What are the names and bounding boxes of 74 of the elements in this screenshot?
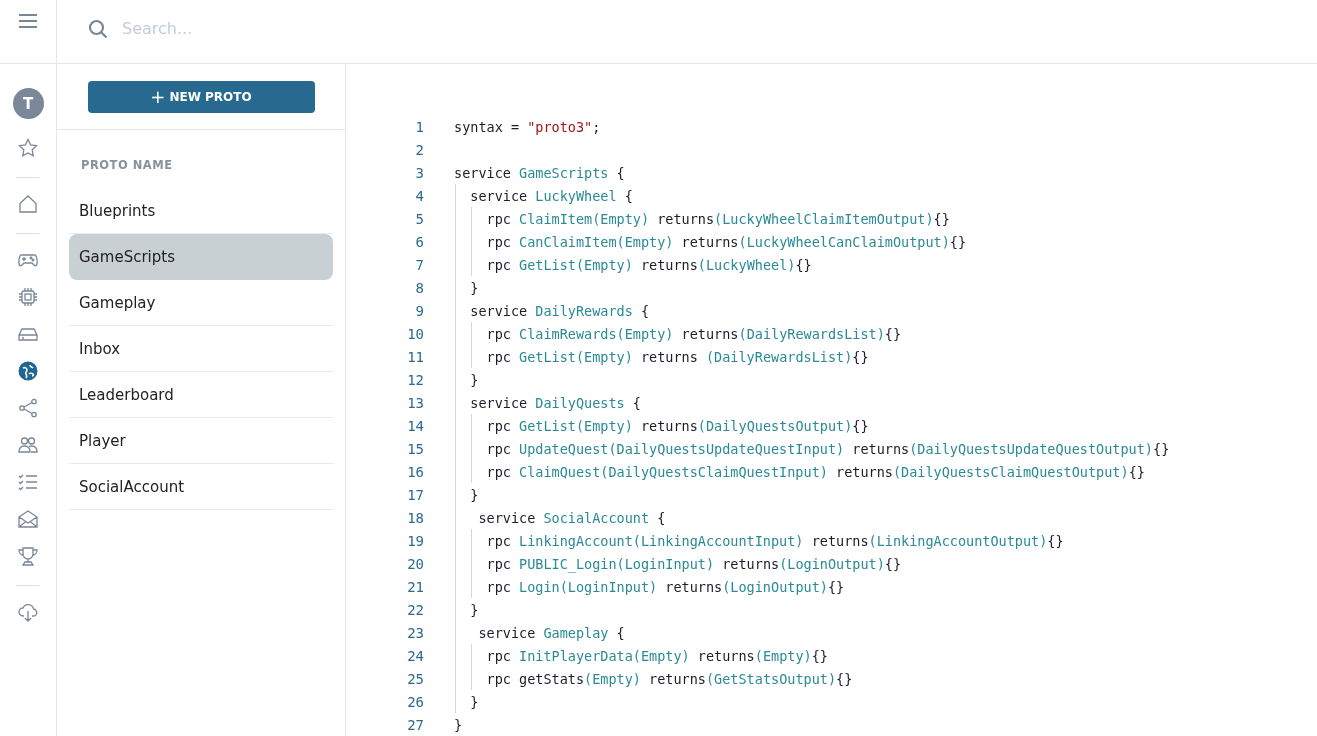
line-number: 7 bbox=[414, 256, 424, 273]
line-number: 14 bbox=[406, 417, 424, 434]
line-number: 20 bbox=[406, 555, 424, 572]
line-number: 10 bbox=[406, 325, 424, 342]
line-number: 15 bbox=[406, 440, 424, 457]
proto-list-item[interactable]: Player bbox=[69, 418, 333, 464]
checklist-icon[interactable] bbox=[18, 472, 38, 492]
line-number: 26 bbox=[406, 693, 424, 710]
code-line: rpc PUBLIC_Login(LoginInput) returns(LoginOutput){} bbox=[485, 555, 902, 572]
code-line: rpc LinkingAccount(LinkingAccountInput) returns(LinkingAccountOutput){} bbox=[485, 532, 1064, 549]
code-line: } bbox=[469, 693, 479, 710]
trophy-icon[interactable] bbox=[18, 546, 38, 566]
line-number: 2 bbox=[414, 141, 424, 158]
line-number: 11 bbox=[406, 348, 424, 365]
column-heading: PROTO NAME bbox=[80, 158, 174, 172]
mail-icon[interactable] bbox=[18, 509, 38, 529]
line-number: 21 bbox=[406, 578, 424, 595]
code-line: } bbox=[469, 279, 479, 296]
line-number: 9 bbox=[414, 302, 424, 319]
line-number: 24 bbox=[406, 647, 424, 664]
code-line: syntax = "proto3"; bbox=[454, 118, 601, 135]
code-line: rpc getStats(Empty) returns(GetStatsOutput){} bbox=[485, 670, 853, 687]
chip-icon[interactable] bbox=[18, 287, 38, 307]
code-line: } bbox=[469, 486, 479, 503]
line-number: 22 bbox=[406, 601, 424, 618]
menu-icon[interactable] bbox=[18, 14, 38, 28]
code-line: } bbox=[454, 716, 463, 733]
line-number: 16 bbox=[406, 463, 424, 480]
code-line: rpc InitPlayerData(Empty) returns(Empty){} bbox=[485, 647, 828, 664]
share-icon[interactable] bbox=[18, 398, 38, 418]
home-icon[interactable] bbox=[18, 194, 38, 214]
cloud-download-icon[interactable] bbox=[18, 602, 38, 622]
proto-list-item[interactable]: Gameplay bbox=[69, 280, 333, 326]
globe-icon[interactable] bbox=[18, 361, 38, 381]
line-number: 5 bbox=[414, 210, 424, 227]
code-line: rpc UpdateQuest(DailyQuestsUpdateQuestInput) returns(DailyQuestsUpdateQuestOutput){} bbox=[485, 440, 1170, 457]
line-number: 18 bbox=[406, 509, 424, 526]
proto-list-item[interactable]: Inbox bbox=[69, 326, 333, 372]
code-line: service DailyQuests { bbox=[469, 394, 641, 411]
code-line: rpc CanClaimItem(Empty) returns(LuckyWheelCanClaimOutput){} bbox=[485, 233, 967, 250]
line-number: 27 bbox=[406, 716, 424, 733]
proto-list-item[interactable]: Leaderboard bbox=[69, 372, 333, 418]
code-line: service SocialAccount { bbox=[477, 509, 666, 526]
proto-list-item[interactable]: SocialAccount bbox=[69, 464, 333, 510]
line-number: 6 bbox=[414, 233, 424, 250]
people-icon[interactable] bbox=[18, 435, 38, 455]
code-line: rpc ClaimItem(Empty) returns(LuckyWheelClaimItemOutput){} bbox=[485, 210, 950, 227]
line-number: 1 bbox=[414, 118, 424, 135]
code-line: service DailyRewards { bbox=[469, 302, 650, 319]
line-number: 25 bbox=[406, 670, 424, 687]
code-line: } bbox=[469, 371, 479, 388]
line-number: 13 bbox=[406, 394, 424, 411]
code-line: rpc ClaimQuest(DailyQuestsClaimQuestInput) returns(DailyQuestsClaimQuestOutput){} bbox=[485, 463, 1145, 480]
code-line: } bbox=[469, 601, 479, 618]
new-proto-button[interactable]: + NEW PROTO bbox=[87, 81, 315, 113]
code-line: rpc ClaimRewards(Empty) returns(DailyRewardsList){} bbox=[485, 325, 902, 342]
code-line: rpc GetList(Empty) returns(DailyQuestsOutput){} bbox=[485, 417, 869, 434]
code-line: rpc Login(LoginInput) returns(LoginOutput){} bbox=[485, 578, 845, 595]
line-number: 19 bbox=[406, 532, 424, 549]
line-number: 23 bbox=[406, 624, 424, 641]
star-icon[interactable] bbox=[18, 138, 38, 158]
proto-list-item[interactable]: GameScripts bbox=[69, 234, 333, 280]
search-icon bbox=[88, 18, 108, 39]
line-number: 8 bbox=[414, 279, 424, 296]
user-avatar[interactable]: T bbox=[12, 88, 44, 119]
code-line: service GameScripts { bbox=[454, 164, 625, 181]
code-line: rpc GetList(Empty) returns (DailyRewardsList){} bbox=[485, 348, 869, 365]
line-number: 4 bbox=[414, 187, 424, 204]
code-line: rpc GetList(Empty) returns(LuckyWheel){} bbox=[485, 256, 812, 273]
line-number: 12 bbox=[406, 371, 424, 388]
code-line: service Gameplay { bbox=[477, 624, 625, 641]
line-number: 17 bbox=[406, 486, 424, 503]
code-line: service LuckyWheel { bbox=[469, 187, 633, 204]
line-number: 3 bbox=[414, 164, 424, 181]
